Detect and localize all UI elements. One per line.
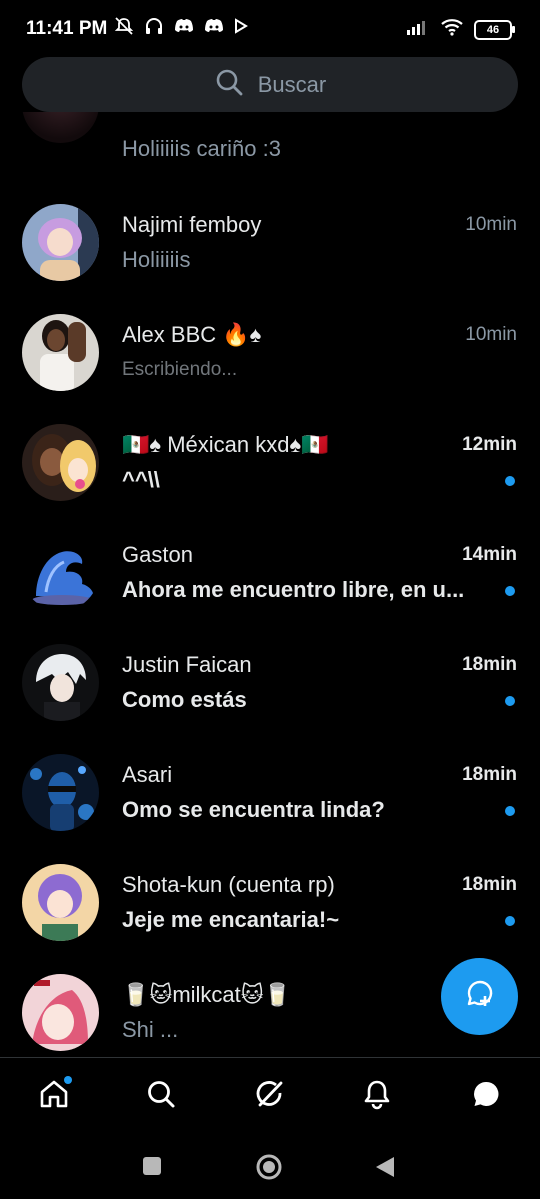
mute-icon [114,16,134,41]
avatar [22,754,99,831]
conversation-preview: Holiiiiis [122,247,191,272]
conversation-name: Najimi femboy [122,212,262,237]
avatar [22,314,99,391]
system-navigation [0,1135,540,1199]
conversation-time: 18min [462,654,517,675]
avatar [22,534,99,611]
avatar [22,112,99,143]
bottom-navigation [0,1057,540,1136]
conversation-preview: ^^\\ [122,467,160,492]
conversation-item[interactable]: 🇲🇽♠ Méxican kxd♠🇲🇽 12min ^^\\ [0,422,540,532]
signal-icon [406,18,430,41]
conversation-preview: Omo se encuentra linda? [122,797,385,822]
status-time: 11:41 PM [26,18,108,39]
discord-icon [174,17,194,40]
conversation-time: 10min [465,214,517,235]
conversation-preview: Como estás [122,687,247,712]
notification-icons [114,16,248,41]
messages-icon [470,1078,502,1115]
avatar [22,644,99,721]
conversation-item[interactable]: Asari 18min Omo se encuentra linda? [0,752,540,862]
status-bar: 11:41 PM 46 [0,0,540,60]
search-placeholder: Buscar [257,71,327,97]
avatar [22,204,99,281]
conversation-name: Asari [122,762,173,787]
avatar [22,424,99,501]
unread-dot [505,476,515,486]
conversation-item[interactable]: Holiiiiis cariño :3 [0,112,540,161]
wifi-icon [440,18,464,41]
conversation-name: 🥛🐱milkcat🐱🥛 [122,982,292,1007]
conversation-preview: Ahora me encuentro libre, en u... [122,577,465,602]
conversation-name: Justin Faican [122,652,252,677]
conversation-item[interactable]: Justin Faican 18min Como estás [0,642,540,752]
unread-dot [505,696,515,706]
conversation-preview: Jeje me encantaria!~ [122,907,340,932]
headphones-icon [144,16,164,41]
conversation-time: 10min [465,324,517,345]
play-icon [234,18,248,39]
grok-icon [254,1078,286,1115]
avatar [22,864,99,941]
conversation-item[interactable]: Alex BBC 🔥♠ 10min Escribiendo... [0,312,540,422]
conversation-time: 18min [462,764,517,785]
system-status-icons: 46 [406,18,515,41]
conversation-item[interactable]: Najimi femboy 10min Holiiiiis [0,202,540,312]
recents-icon[interactable] [142,1156,162,1181]
unread-dot [505,586,515,596]
conversation-name: Gaston [122,542,193,567]
conversation-name: Alex BBC 🔥♠ [122,322,262,347]
nav-notifications[interactable] [357,1076,397,1116]
conversation-time: 14min [462,544,517,565]
home-notification-dot [64,1076,72,1084]
search-icon [214,67,244,102]
discord-icon [204,17,224,40]
nav-search[interactable] [141,1076,181,1116]
new-message-button[interactable] [441,958,518,1035]
conversation-item[interactable]: Shota-kun (cuenta rp) 18min Jeje me enca… [0,862,540,972]
conversation-preview: Shi ... [122,1017,179,1042]
unread-dot [505,806,515,816]
new-message-icon [464,978,496,1015]
conversation-time: 12min [462,434,517,455]
conversation-name: 🇲🇽♠ Méxican kxd♠🇲🇽 [122,432,329,457]
nav-messages[interactable] [466,1076,506,1116]
search-icon [145,1078,177,1115]
nav-grok[interactable] [250,1076,290,1116]
unread-dot [505,916,515,926]
nav-home[interactable] [34,1076,74,1116]
conversation-list: Holiiiiis cariño :3 Najimi femboy 10min … [0,112,540,1057]
home-circle-icon[interactable] [255,1153,283,1186]
conversation-preview: Holiiiiis cariño :3 [122,136,281,161]
battery-icon: 46 [474,19,515,40]
conversation-item[interactable]: Gaston 14min Ahora me encuentro libre, e… [0,532,540,642]
back-icon[interactable] [374,1155,396,1184]
conversation-name: Shota-kun (cuenta rp) [122,872,335,897]
avatar [22,974,99,1051]
search-bar[interactable]: Buscar [22,57,518,112]
conversation-time: 18min [462,874,517,895]
typing-indicator: Escribiendo... [122,359,238,380]
notifications-icon [361,1078,393,1115]
